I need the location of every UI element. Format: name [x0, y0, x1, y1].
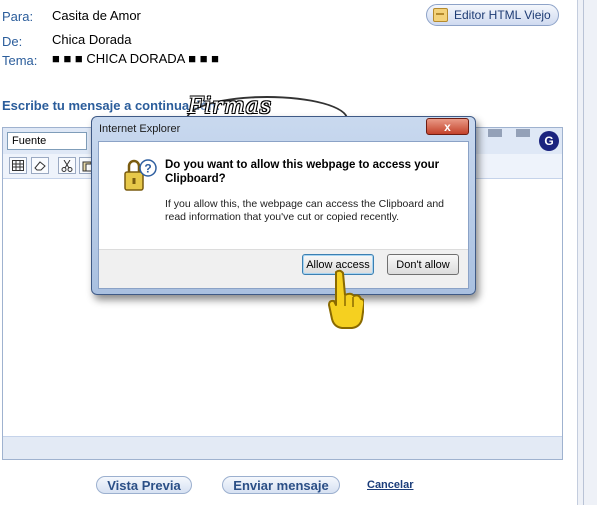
right-scroll-track — [577, 0, 597, 505]
pointing-hand-icon — [328, 269, 364, 329]
svg-text:?: ? — [144, 162, 151, 176]
table-icon[interactable] — [9, 157, 27, 174]
dialog-body: ? Do you want to allow this webpage to a… — [98, 141, 469, 289]
cancel-link[interactable]: Cancelar — [367, 479, 413, 491]
from-value: Chica Dorada — [52, 32, 132, 47]
dialog-description: If you allow this, the webpage can acces… — [165, 198, 445, 223]
subject-value: ■ ■ ■ CHICA DORADA ■ ■ ■ — [52, 51, 220, 66]
preview-button[interactable]: Vista Previa — [96, 476, 192, 494]
to-value: Casita de Amor — [52, 8, 141, 23]
send-message-button[interactable]: Enviar mensaje — [222, 476, 340, 494]
clipboard-permission-dialog: Internet Explorer x ? Do you want to all… — [91, 116, 476, 295]
dialog-title: Internet Explorer — [99, 123, 181, 135]
dont-allow-button[interactable]: Don't allow — [387, 254, 459, 275]
from-label: De: — [2, 34, 23, 49]
dialog-close-button[interactable]: x — [426, 118, 469, 135]
eraser-icon[interactable] — [31, 157, 49, 174]
security-lock-icon: ? — [124, 159, 157, 191]
dialog-heading: Do you want to allow this webpage to acc… — [165, 159, 440, 185]
old-html-editor-button[interactable]: Editor HTML Viejo — [426, 4, 559, 26]
font-select[interactable]: Fuente — [7, 132, 87, 150]
subject-label: Tema: — [2, 53, 38, 68]
editor-html-icon — [433, 8, 448, 22]
to-label: Para: — [2, 9, 34, 24]
old-html-editor-label: Editor HTML Viejo — [454, 8, 551, 22]
editor-status-bar — [3, 436, 562, 459]
g-button[interactable]: G — [539, 131, 559, 151]
cut-icon[interactable] — [58, 157, 76, 174]
